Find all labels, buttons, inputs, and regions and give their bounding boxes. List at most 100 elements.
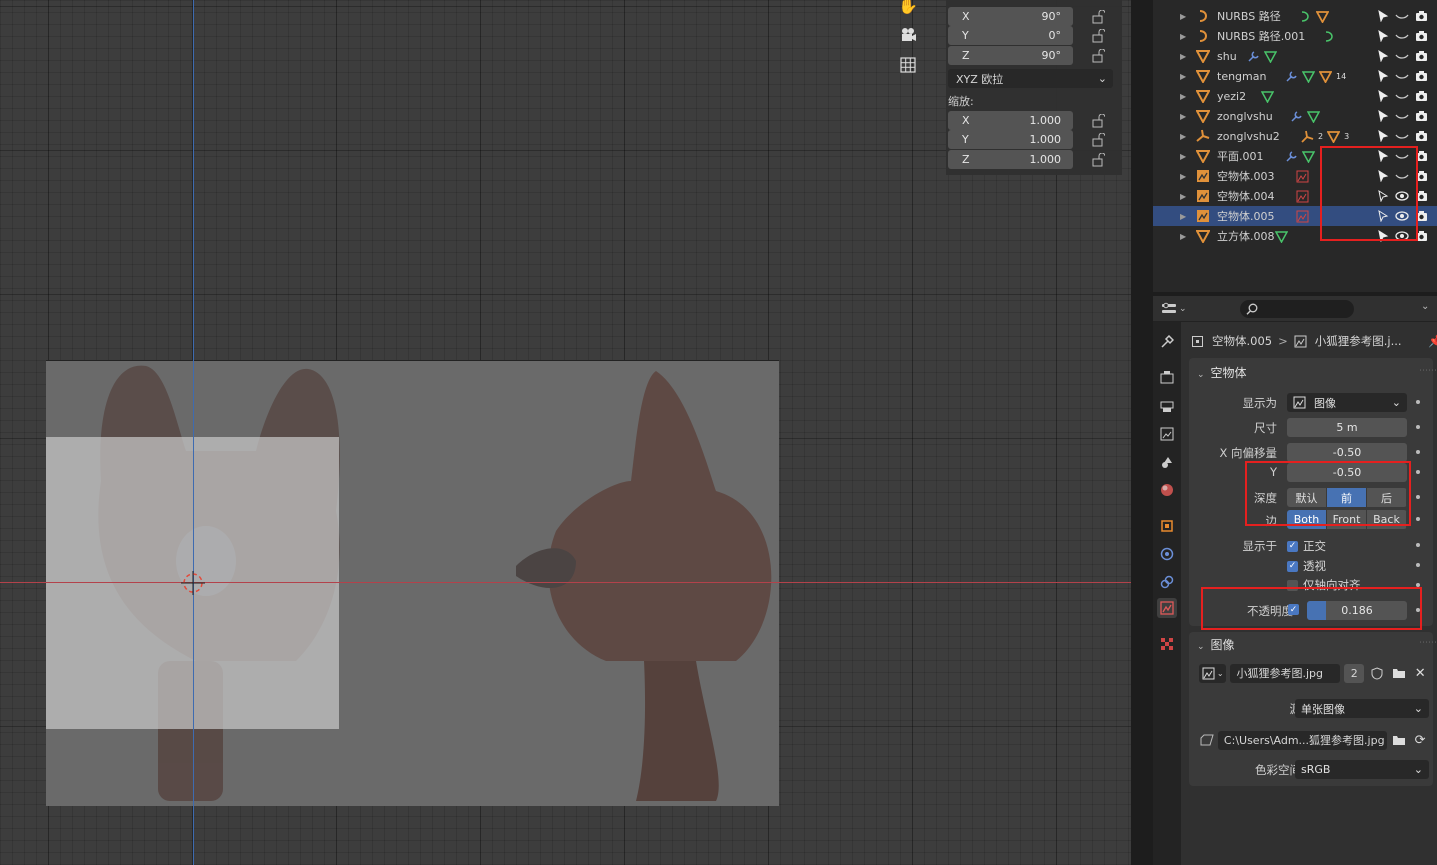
- display-as-select[interactable]: 图像 ⌄: [1287, 393, 1407, 412]
- wrench-icon[interactable]: [1285, 150, 1298, 163]
- source-select[interactable]: 单张图像 ⌄: [1295, 699, 1429, 718]
- select-arrow-icon[interactable]: [1377, 130, 1389, 142]
- object-name[interactable]: tengman: [1217, 70, 1266, 83]
- keyframe-dot[interactable]: [1416, 450, 1420, 454]
- expand-arrow-icon[interactable]: ▶: [1180, 52, 1186, 61]
- reload-icon[interactable]: ⟳: [1411, 731, 1429, 750]
- show-axis-aligned-checkbox[interactable]: 仅轴向对齐: [1287, 577, 1361, 593]
- select-arrow-icon[interactable]: [1377, 210, 1389, 222]
- outliner-row[interactable]: ▶ 空物体.004: [1153, 186, 1437, 206]
- keyframe-dot[interactable]: [1416, 583, 1420, 587]
- data-tab-icon[interactable]: [1157, 598, 1177, 618]
- eye-closed-icon[interactable]: [1395, 90, 1409, 102]
- expand-arrow-icon[interactable]: ▶: [1180, 212, 1186, 221]
- expand-arrow-icon[interactable]: ▶: [1180, 12, 1186, 21]
- expand-arrow-icon[interactable]: ▶: [1180, 192, 1186, 201]
- wrench-icon[interactable]: [1285, 70, 1298, 83]
- camera-render-icon[interactable]: [1415, 130, 1428, 142]
- object-name[interactable]: zonglvshu: [1217, 110, 1273, 123]
- camera-icon[interactable]: [895, 22, 921, 48]
- unlock-icon[interactable]: [1091, 152, 1105, 167]
- keyframe-dot[interactable]: [1416, 543, 1420, 547]
- open-folder-icon[interactable]: [1390, 731, 1408, 750]
- search-input[interactable]: [1240, 300, 1354, 318]
- close-icon[interactable]: ✕: [1411, 664, 1429, 683]
- object-name[interactable]: 立方体.008: [1217, 228, 1275, 244]
- object-name[interactable]: NURBS 路径: [1217, 8, 1281, 24]
- rotation-x-field[interactable]: X 90°: [948, 7, 1073, 26]
- outliner-row[interactable]: ▶ zonglvshu: [1153, 106, 1437, 126]
- pin-icon[interactable]: 📌: [1428, 334, 1437, 348]
- opacity-checkbox[interactable]: ✓: [1288, 604, 1299, 615]
- depth-option-default[interactable]: 默认: [1287, 488, 1327, 507]
- render-tab-icon[interactable]: [1157, 367, 1177, 387]
- eye-closed-icon[interactable]: [1395, 130, 1409, 142]
- editor-type-icon[interactable]: ⌄: [1161, 300, 1191, 318]
- rotation-mode-select[interactable]: XYZ 欧拉 ⌄: [948, 69, 1113, 88]
- depth-option-front[interactable]: 前: [1327, 488, 1367, 507]
- object-tab-icon[interactable]: [1157, 516, 1177, 536]
- side-option-back[interactable]: Back: [1367, 510, 1407, 529]
- wrench-icon[interactable]: [1290, 110, 1303, 123]
- camera-render-icon[interactable]: [1415, 10, 1428, 22]
- drag-handle-icon[interactable]: ⋯⋯: [1419, 366, 1437, 376]
- camera-render-icon[interactable]: [1415, 230, 1428, 242]
- select-arrow-icon[interactable]: [1377, 90, 1389, 102]
- expand-arrow-icon[interactable]: ▶: [1180, 92, 1186, 101]
- scale-z-field[interactable]: Z 1.000: [948, 150, 1073, 169]
- eye-closed-icon[interactable]: [1395, 170, 1409, 182]
- image-panel-header[interactable]: ⌄ 图像: [1197, 636, 1235, 653]
- object-name[interactable]: 空物体.005: [1217, 208, 1275, 224]
- view-layer-tab-icon[interactable]: [1157, 424, 1177, 444]
- object-name[interactable]: 空物体.003: [1217, 168, 1275, 184]
- filepath-field[interactable]: C:\Users\Adm...狐狸参考图.jpg: [1217, 730, 1388, 750]
- eye-open-icon[interactable]: [1395, 230, 1409, 242]
- constraints-tab-icon[interactable]: [1157, 572, 1177, 592]
- expand-arrow-icon[interactable]: ▶: [1180, 132, 1186, 141]
- users-count-button[interactable]: 2: [1344, 663, 1365, 683]
- keyframe-dot[interactable]: [1416, 470, 1420, 474]
- camera-render-icon[interactable]: [1415, 170, 1428, 182]
- outliner-row[interactable]: ▶ tengman 14: [1153, 66, 1437, 86]
- open-folder-icon[interactable]: [1390, 664, 1408, 683]
- mesh-data-icon[interactable]: [1302, 70, 1315, 83]
- mesh-icon[interactable]: [1319, 70, 1332, 83]
- armature-icon[interactable]: [1301, 130, 1314, 143]
- image-data-icon[interactable]: [1296, 210, 1309, 223]
- expand-arrow-icon[interactable]: ▶: [1180, 232, 1186, 241]
- object-name[interactable]: zonglvshu2: [1217, 130, 1280, 143]
- outliner-row[interactable]: ▶ 平面.001: [1153, 146, 1437, 166]
- mesh-data-icon[interactable]: [1306, 110, 1320, 123]
- camera-render-icon[interactable]: [1415, 30, 1428, 42]
- colorspace-select[interactable]: sRGB ⌄: [1295, 760, 1429, 779]
- select-arrow-icon[interactable]: [1377, 230, 1389, 242]
- image-browse-button[interactable]: ⌄: [1199, 663, 1227, 683]
- object-name[interactable]: shu: [1217, 50, 1237, 63]
- object-name[interactable]: 空物体.004: [1217, 188, 1275, 204]
- keyframe-dot[interactable]: [1416, 563, 1420, 567]
- side-option-front[interactable]: Front: [1327, 510, 1367, 529]
- eye-closed-icon[interactable]: [1395, 10, 1409, 22]
- expand-arrow-icon[interactable]: ▶: [1180, 112, 1186, 121]
- grid-icon[interactable]: [895, 52, 921, 78]
- outliner-row[interactable]: ▶ yezi2: [1153, 86, 1437, 106]
- outliner-row[interactable]: ▶ shu: [1153, 46, 1437, 66]
- select-arrow-icon[interactable]: [1377, 190, 1389, 202]
- eye-open-icon[interactable]: [1395, 190, 1409, 202]
- expand-arrow-icon[interactable]: ▶: [1180, 72, 1186, 81]
- 3d-cursor-icon[interactable]: [181, 571, 205, 595]
- outliner-row[interactable]: ▶ 空物体.005: [1153, 206, 1437, 226]
- show-ortho-checkbox[interactable]: ✓ 正交: [1287, 538, 1326, 554]
- select-arrow-icon[interactable]: [1377, 50, 1389, 62]
- hand-pan-icon[interactable]: ✋: [895, 0, 921, 18]
- opacity-slider[interactable]: 0.186: [1307, 601, 1407, 620]
- curve-data-icon[interactable]: [1323, 30, 1336, 43]
- object-name[interactable]: 平面.001: [1217, 148, 1264, 164]
- outliner-row[interactable]: ▶ zonglvshu2 2 3: [1153, 126, 1437, 146]
- camera-render-icon[interactable]: [1415, 210, 1428, 222]
- fake-user-shield-icon[interactable]: [1368, 664, 1386, 683]
- keyframe-dot[interactable]: [1416, 517, 1420, 521]
- unlock-icon[interactable]: [1091, 28, 1105, 43]
- expand-arrow-icon[interactable]: ▶: [1180, 32, 1186, 41]
- camera-render-icon[interactable]: [1415, 150, 1428, 162]
